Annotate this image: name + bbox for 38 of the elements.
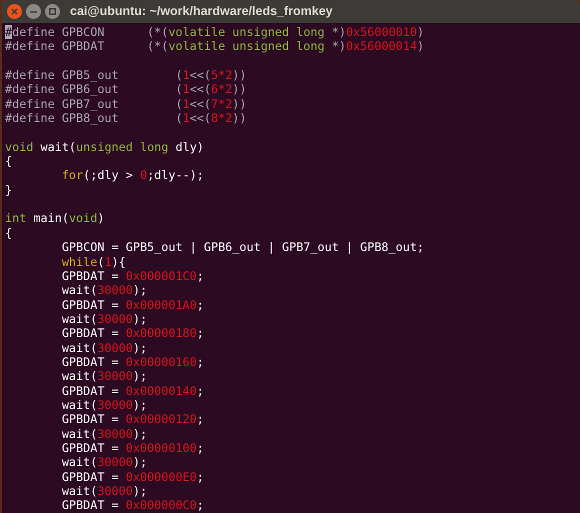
code-line: for(;dly > 0;dly--); (62, 168, 204, 182)
code-line: wait(30000); (62, 369, 148, 384)
maximize-icon (49, 8, 56, 15)
code-line: GPBDAT = 0x000000C0; (62, 498, 204, 512)
code-line: GPBDAT = 0x00000180; (62, 326, 204, 340)
code-line: #define GPB5_out (1<<(5*2)) (5, 68, 247, 82)
code-line: GPBDAT = 0x00000120; (62, 412, 204, 426)
code-line: wait(30000); (62, 455, 148, 470)
code-line: } (5, 182, 12, 197)
code-line: wait(30000); (62, 398, 148, 412)
code-line: GPBCON = GPB5_out | GPB6_out | GPB7_out | GPB8_out; (62, 240, 424, 254)
code-line: int main(void) (5, 211, 104, 226)
code-line: void wait(unsigned long dly) (5, 140, 204, 154)
code-line: #define GPB7_out (1<<(7*2)) (5, 96, 247, 111)
code-line: { (5, 226, 12, 240)
code-line: { (5, 154, 12, 168)
code-line: wait(30000); (62, 340, 148, 355)
code-line: wait(30000); (62, 283, 148, 298)
maximize-button[interactable] (45, 4, 60, 19)
minimize-icon (30, 10, 37, 12)
code-line: GPBDAT = 0x00000100; (62, 440, 204, 455)
code-line: GPBDAT = 0x00000160; (62, 354, 204, 369)
code-line: while(1){ (62, 254, 126, 268)
code-line: #define GPB6_out (1<<(6*2)) (5, 82, 247, 96)
code-line: #define GPBCON (*(volatile unsigned long *)0x56000010) (5, 25, 424, 39)
code-line: wait(30000); (62, 312, 148, 326)
window-title: cai@ubuntu: ~/work/hardware/leds_fromkey (70, 3, 333, 20)
code-line: wait(30000); (62, 484, 148, 498)
code-line: GPBDAT = 0x000001C0; (62, 268, 204, 283)
code-line: wait(30000); (62, 426, 148, 441)
code-line: #define GPB8_out (1<<(8*2)) (5, 111, 247, 126)
close-icon (11, 8, 18, 15)
close-button[interactable] (7, 4, 22, 19)
minimize-button[interactable] (26, 4, 41, 19)
code-line: #define GPBDAT (*(volatile unsigned long *)0x56000014) (5, 39, 424, 54)
code-line: GPBDAT = 0x000001A0; (62, 298, 204, 312)
code-line: GPBDAT = 0x000000E0; (62, 470, 204, 484)
code-line: GPBDAT = 0x00000140; (62, 384, 204, 398)
